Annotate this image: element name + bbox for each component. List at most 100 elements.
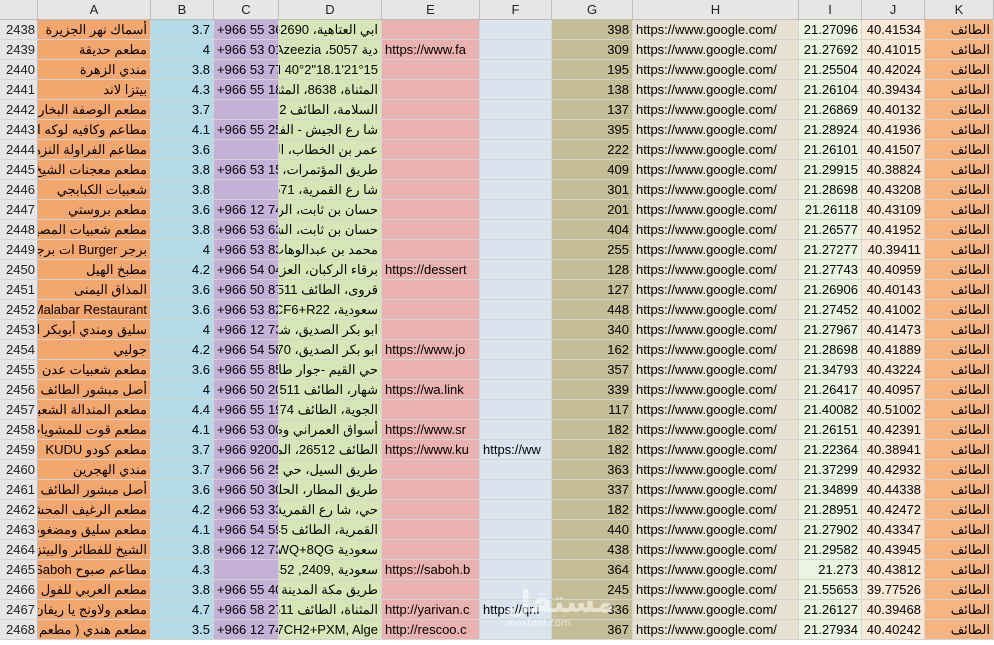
cell-c[interactable]: +966 53 63 (214, 220, 279, 240)
cell-a[interactable]: مطعم شعبيات المصيف (38, 220, 151, 240)
cell-j[interactable]: 40.42472 (862, 500, 925, 520)
cell-j[interactable]: 40.51002 (862, 400, 925, 420)
cell-d[interactable]: طريق السيل، حي القي (279, 460, 382, 480)
cell-i[interactable]: 21.26101 (799, 140, 862, 160)
cell-c[interactable]: +966 55 85 (214, 360, 279, 380)
cell-h[interactable]: https://www.google.com/ (633, 180, 799, 200)
cell-k[interactable]: الطائف (925, 340, 994, 360)
cell-i[interactable]: 21.22364 (799, 440, 862, 460)
cell-a[interactable]: مطبخ الهيل (38, 260, 151, 280)
cell-e[interactable] (382, 360, 480, 380)
cell-j[interactable]: 40.44338 (862, 480, 925, 500)
cell-g[interactable]: 137 (552, 100, 633, 120)
cell-h[interactable]: https://www.google.com/ (633, 320, 799, 340)
column-header-k[interactable]: K (925, 0, 994, 20)
cell-d[interactable]: المثناة، الطائف 6511 (279, 600, 382, 620)
cell-c[interactable]: +966 12 73 (214, 540, 279, 560)
cell-i[interactable]: 21.26869 (799, 100, 862, 120)
cell-h[interactable]: https://www.google.com/ (633, 420, 799, 440)
column-header-i[interactable]: I (799, 0, 862, 20)
cell-f[interactable] (480, 380, 552, 400)
cell-a[interactable]: مطاعم وكافيه لوكه ابق (38, 120, 151, 140)
cell-i[interactable]: 21.26118 (799, 200, 862, 220)
cell-c[interactable] (214, 560, 279, 580)
cell-e[interactable] (382, 300, 480, 320)
cell-c[interactable]: +966 55 18 (214, 80, 279, 100)
cell-c[interactable]: +966 50 20 (214, 380, 279, 400)
cell-k[interactable]: الطائف (925, 400, 994, 420)
cell-j[interactable]: 40.41889 (862, 340, 925, 360)
cell-c[interactable]: +966 12 74 (214, 200, 279, 220)
row-header[interactable]: 2460 (0, 460, 38, 480)
row-header[interactable]: 2454 (0, 340, 38, 360)
cell-a[interactable]: Malabar Restaurant (38, 300, 151, 320)
cell-j[interactable]: 40.40132 (862, 100, 925, 120)
cell-h[interactable]: https://www.google.com/ (633, 160, 799, 180)
cell-d[interactable]: دية Azeezia ،5057 (279, 40, 382, 60)
row-header[interactable]: 2448 (0, 220, 38, 240)
cell-j[interactable]: 39.77526 (862, 580, 925, 600)
cell-c[interactable]: +966 50 30 (214, 480, 279, 500)
cell-k[interactable]: الطائف (925, 60, 994, 80)
cell-e[interactable] (382, 540, 480, 560)
cell-k[interactable]: الطائف (925, 80, 994, 100)
row-header[interactable]: 2463 (0, 520, 38, 540)
cell-c[interactable] (214, 180, 279, 200)
cell-g[interactable]: 395 (552, 120, 633, 140)
cell-a[interactable]: مطعم العربي للفول الي (38, 580, 151, 600)
cell-h[interactable]: https://www.google.com/ (633, 100, 799, 120)
cell-i[interactable]: 21.26104 (799, 80, 862, 100)
cell-f[interactable] (480, 520, 552, 540)
cell-j[interactable]: 40.39434 (862, 80, 925, 100)
cell-g[interactable]: 398 (552, 20, 633, 40)
cell-e[interactable] (382, 500, 480, 520)
cell-b[interactable]: 4.1 (151, 520, 214, 540)
row-header[interactable]: 2440 (0, 60, 38, 80)
cell-h[interactable]: https://www.google.com/ (633, 460, 799, 480)
cell-a[interactable]: مندي الهجرين (38, 460, 151, 480)
cell-h[interactable]: https://www.google.com/ (633, 480, 799, 500)
cell-b[interactable]: 3.6 (151, 300, 214, 320)
cell-i[interactable]: 21.28698 (799, 340, 862, 360)
cell-e[interactable] (382, 80, 480, 100)
cell-b[interactable]: 4.2 (151, 500, 214, 520)
cell-a[interactable]: مطعم بروستي (38, 200, 151, 220)
cell-d[interactable]: حسان بن ثابت، الربي (279, 200, 382, 220)
column-header-a[interactable]: A (38, 0, 151, 20)
cell-b[interactable]: 4 (151, 240, 214, 260)
cell-k[interactable]: الطائف (925, 300, 994, 320)
cell-k[interactable]: الطائف (925, 540, 994, 560)
cell-a[interactable]: مطعم هندي ( مطعم ال (38, 620, 151, 640)
cell-j[interactable]: 40.40959 (862, 260, 925, 280)
cell-i[interactable]: 21.26577 (799, 220, 862, 240)
cell-j[interactable]: 40.40143 (862, 280, 925, 300)
cell-a[interactable]: أسماك نهر الجزيرة (38, 20, 151, 40)
cell-k[interactable]: الطائف (925, 620, 994, 640)
cell-b[interactable]: 4 (151, 320, 214, 340)
cell-j[interactable]: 40.43208 (862, 180, 925, 200)
cell-i[interactable]: 21.28951 (799, 500, 862, 520)
cell-g[interactable]: 404 (552, 220, 633, 240)
cell-g[interactable]: 337 (552, 480, 633, 500)
cell-b[interactable]: 3.6 (151, 360, 214, 380)
cell-k[interactable]: الطائف (925, 200, 994, 220)
cell-i[interactable]: 21.25504 (799, 60, 862, 80)
row-header[interactable]: 2456 (0, 380, 38, 400)
cell-c[interactable]: +966 50 87 (214, 280, 279, 300)
cell-h[interactable]: https://www.google.com/ (633, 440, 799, 460)
cell-b[interactable]: 4 (151, 40, 214, 60)
cell-k[interactable]: الطائف (925, 440, 994, 460)
cell-e[interactable]: https://saboh.b (382, 560, 480, 580)
cell-a[interactable]: مطعم المندالة الشعبي (38, 400, 151, 420)
cell-c[interactable]: +966 53 33 (214, 500, 279, 520)
cell-d[interactable]: سعودية 7CWQ+8QG (279, 540, 382, 560)
cell-a[interactable]: مطعم حديقة (38, 40, 151, 60)
cell-k[interactable]: الطائف (925, 280, 994, 300)
cell-j[interactable]: 40.40957 (862, 380, 925, 400)
cell-f[interactable] (480, 340, 552, 360)
cell-e[interactable] (382, 280, 480, 300)
cell-g[interactable]: 182 (552, 440, 633, 460)
cell-h[interactable]: https://www.google.com/ (633, 220, 799, 240)
cell-h[interactable]: https://www.google.com/ (633, 20, 799, 40)
cell-b[interactable]: 3.7 (151, 20, 214, 40)
